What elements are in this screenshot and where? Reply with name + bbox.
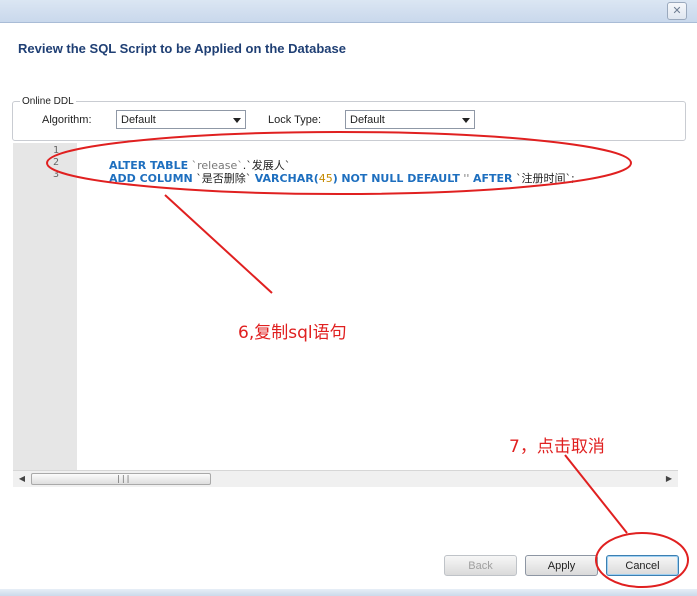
lock-type-value: Default	[350, 114, 385, 126]
lock-type-label: Lock Type:	[268, 114, 321, 126]
close-icon[interactable]: ✕	[667, 2, 687, 20]
lock-type-select[interactable]: Default	[345, 110, 475, 129]
sql-keyword: AFTER	[472, 172, 513, 185]
line-number: 3	[52, 169, 59, 180]
scroll-left-icon[interactable]: ◀	[15, 473, 29, 485]
back-button[interactable]: Back	[444, 555, 517, 576]
sql-identifier: `注册时间`;	[515, 172, 575, 185]
line-number-gutter: 1 2 3	[13, 143, 77, 470]
scrollbar-thumb[interactable]: |||	[31, 473, 211, 485]
annotation-step-7: 7，点击取消	[509, 437, 605, 457]
algorithm-select[interactable]: Default	[116, 110, 246, 129]
annotation-step-6: 6,复制sql语句	[238, 323, 347, 343]
line-number: 1	[52, 145, 59, 156]
sql-number: 45	[318, 172, 333, 185]
algorithm-label: Algorithm:	[42, 114, 92, 126]
window-bottom-edge	[0, 589, 697, 596]
chevron-down-icon	[233, 118, 241, 123]
sql-keyword: )	[332, 172, 338, 185]
sql-editor[interactable]: 1 2 3 ALTER TABLE `release`.`发展人` ADD CO…	[13, 143, 678, 470]
cancel-button[interactable]: Cancel	[606, 555, 679, 576]
scroll-right-icon[interactable]: ▶	[662, 473, 676, 485]
sql-keyword: VARCHAR(	[254, 172, 319, 185]
grip-icon: |||	[116, 474, 131, 483]
sql-keyword: ADD COLUMN	[109, 172, 193, 185]
sql-string: ''	[463, 172, 470, 185]
title-bar: ✕	[0, 0, 697, 23]
online-ddl-legend: Online DDL	[20, 96, 76, 107]
horizontal-scrollbar[interactable]: ◀ ||| ▶	[13, 470, 678, 487]
sql-identifier: `是否删除`	[196, 172, 252, 185]
page-title: Review the SQL Script to be Applied on t…	[18, 41, 346, 56]
sql-line-2[interactable]: ADD COLUMN `是否删除` VARCHAR(45) NOT NULL D…	[95, 157, 575, 199]
algorithm-value: Default	[121, 114, 156, 126]
line-number: 2	[52, 157, 59, 168]
chevron-down-icon	[462, 118, 470, 123]
apply-button[interactable]: Apply	[525, 555, 598, 576]
sql-keyword: NOT NULL DEFAULT	[341, 172, 460, 185]
